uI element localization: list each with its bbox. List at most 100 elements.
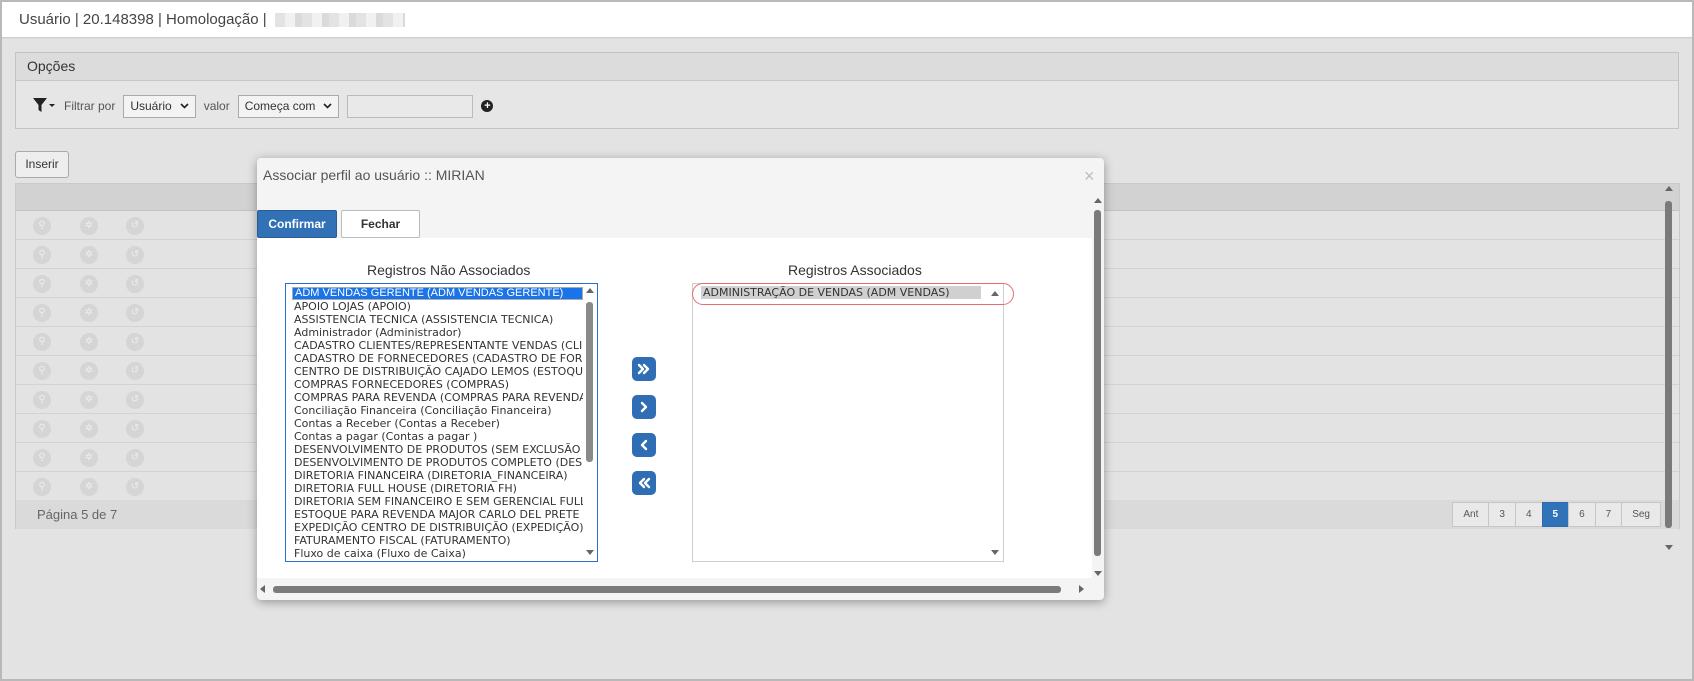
move-all-right-button[interactable] [632,357,656,381]
unassociated-list-item[interactable]: FATURAMENTO FISCAL (FATURAMENTO) [286,534,597,547]
search-icon[interactable]: ⚲ [33,449,51,467]
gear-icon[interactable]: ✲ [80,333,98,351]
unassociated-list-item[interactable]: DESENVOLVIMENTO DE PRODUTOS (SEM EXCLUSÃ… [286,443,597,456]
unassociated-list-item[interactable]: ESTOQUE PARA REVENDA MAJOR CARLO DEL PRE… [286,508,597,521]
search-icon[interactable]: ⚲ [33,362,51,380]
unassociated-header: Registros Não Associados [367,262,531,278]
move-right-button[interactable] [632,395,656,419]
history-icon[interactable]: ↺ [126,391,144,409]
unassociated-list-item[interactable]: DIRETORIA SEM FINANCEIRO E SEM GERENCIAL… [286,495,597,508]
page-title-text: Usuário | 20.148398 | Homologação | [19,11,267,28]
double-chevron-right-icon [637,363,650,375]
unassociated-list-item[interactable]: Contas a pagar (Contas a pagar ) [286,430,597,443]
unassociated-list-item[interactable]: Contas a Receber (Contas a Receber) [286,417,597,430]
history-icon[interactable]: ↺ [126,449,144,467]
gear-icon[interactable]: ✲ [80,246,98,264]
history-icon[interactable]: ↺ [126,478,144,496]
search-icon[interactable]: ⚲ [33,217,51,235]
confirm-button[interactable]: Confirmar [257,210,337,238]
search-icon[interactable]: ⚲ [33,420,51,438]
gear-icon[interactable]: ✲ [80,362,98,380]
history-icon[interactable]: ↺ [126,246,144,264]
unassociated-list-item[interactable]: Fluxo de caixa (Fluxo de Caixa) [286,547,597,560]
add-filter-icon[interactable]: + [481,100,494,112]
associated-list[interactable]: ADMINISTRAÇÃO DE VENDAS (ADM VENDAS) [692,283,1004,562]
page-button[interactable]: 6 [1568,502,1596,527]
associated-header: Registros Associados [788,262,922,278]
pagination-text: Página 5 de 7 [37,507,118,522]
search-icon[interactable]: ⚲ [33,391,51,409]
unassociated-list-item[interactable]: Conciliação Financeira (Conciliação Fina… [286,404,597,417]
unassociated-list-item[interactable]: EXPEDIÇÃO CENTRO DE DISTRIBUIÇÃO (EXPEDI… [286,521,597,534]
gear-icon[interactable]: ✲ [80,478,98,496]
page-button[interactable]: 3 [1488,502,1516,527]
unassociated-list-item[interactable]: DESENVOLVIMENTO DE PRODUTOS COMPLETO (DE… [286,456,597,469]
unassociated-list-item[interactable]: CADASTRO DE FORNECEDORES (CADASTRO DE FO… [286,352,597,365]
search-icon[interactable]: ⚲ [33,246,51,264]
filter-value-input[interactable] [347,94,474,118]
scrollbar-thumb[interactable] [273,586,1061,593]
options-heading: Opções [16,53,1678,81]
unassociated-list[interactable]: ADM VENDAS GERENTE (ADM VENDAS GERENTE) A… [285,283,598,562]
page-button[interactable]: 5 [1541,502,1570,527]
gear-icon[interactable]: ✲ [80,391,98,409]
unassociated-list-item[interactable]: COMPRAS FORNECEDORES (COMPRAS) [286,378,597,391]
page-button[interactable]: Ant [1452,502,1490,527]
scrollbar-thumb[interactable] [586,302,593,462]
unassociated-list-item[interactable]: COMPRAS PARA REVENDA (COMPRAS PARA REVEN… [286,391,597,404]
unassociated-list-item[interactable]: APOIO LOJAS (APOIO) [286,300,597,313]
history-icon[interactable]: ↺ [126,217,144,235]
insert-button[interactable]: Inserir [15,151,69,178]
unassociated-list-item[interactable]: CADASTRO CLIENTES/REPRESENTANTE VENDAS (… [286,339,597,352]
gear-icon[interactable]: ✲ [80,449,98,467]
filter-icon[interactable] [32,96,56,116]
filter-label: Filtrar por [64,99,116,113]
move-all-left-button[interactable] [632,471,656,495]
scroll-down-icon[interactable] [586,550,594,555]
scroll-down-icon[interactable] [1094,571,1102,576]
scroll-down-icon[interactable] [991,550,999,555]
history-icon[interactable]: ↺ [126,333,144,351]
scroll-down-icon[interactable] [1665,545,1673,550]
move-left-button[interactable] [632,433,656,457]
scrollbar-thumb[interactable] [1094,210,1101,556]
unassociated-list-item[interactable]: ADM VENDAS GERENTE (ADM VENDAS GERENTE) [292,287,583,300]
dialog-title: Associar perfil ao usuário :: MIRIAN [263,167,485,183]
dialog-vertical-scrollbar[interactable] [1093,196,1103,581]
scroll-up-icon[interactable] [1665,186,1673,191]
close-button[interactable]: Fechar [341,210,420,238]
search-icon[interactable]: ⚲ [33,478,51,496]
list-scrollbar[interactable] [583,284,597,561]
double-chevron-left-icon [638,477,651,489]
close-icon[interactable]: × [1084,166,1095,187]
scroll-up-icon[interactable] [1094,198,1102,203]
filter-by-select[interactable]: Usuário [123,94,196,118]
unassociated-list-item[interactable]: ASSISTENCIA TECNICA (ASSISTENCIA TECNICA… [286,313,597,326]
page-button[interactable]: Seg [1621,502,1661,527]
unassociated-list-item[interactable]: DIRETORIA FINANCEIRA (DIRETORIA_FINANCEI… [286,469,597,482]
scroll-up-icon[interactable] [586,288,594,293]
dialog-horizontal-scrollbar[interactable] [257,582,1092,596]
page-scrollbar[interactable] [1662,183,1676,555]
scroll-right-icon[interactable] [1079,585,1084,593]
gear-icon[interactable]: ✲ [80,217,98,235]
match-mode-select[interactable]: Começa com [237,94,340,118]
history-icon[interactable]: ↺ [126,362,144,380]
search-icon[interactable]: ⚲ [33,333,51,351]
unassociated-list-item[interactable]: CENTRO DE DISTRIBUIÇÃO CAJADO LEMOS (EST… [286,365,597,378]
search-icon[interactable]: ⚲ [33,275,51,293]
page-button[interactable]: 7 [1594,502,1623,527]
history-icon[interactable]: ↺ [126,275,144,293]
unassociated-list-item[interactable]: DIRETORIA FULL HOUSE (DIRETORIA FH) [286,482,597,495]
gear-icon[interactable]: ✲ [80,304,98,322]
history-icon[interactable]: ↺ [126,420,144,438]
gear-icon[interactable]: ✲ [80,420,98,438]
scrollbar-thumb[interactable] [1665,201,1672,528]
gear-icon[interactable]: ✲ [80,275,98,293]
page-button[interactable]: 4 [1514,502,1543,527]
unassociated-list-item[interactable]: Administrador (Administrador) [286,326,597,339]
scroll-left-icon[interactable] [260,585,265,593]
history-icon[interactable]: ↺ [126,304,144,322]
unassociated-list-item[interactable]: GERENCIAL DRESS (GERENCIAL DRESS) [286,560,597,561]
search-icon[interactable]: ⚲ [33,304,51,322]
